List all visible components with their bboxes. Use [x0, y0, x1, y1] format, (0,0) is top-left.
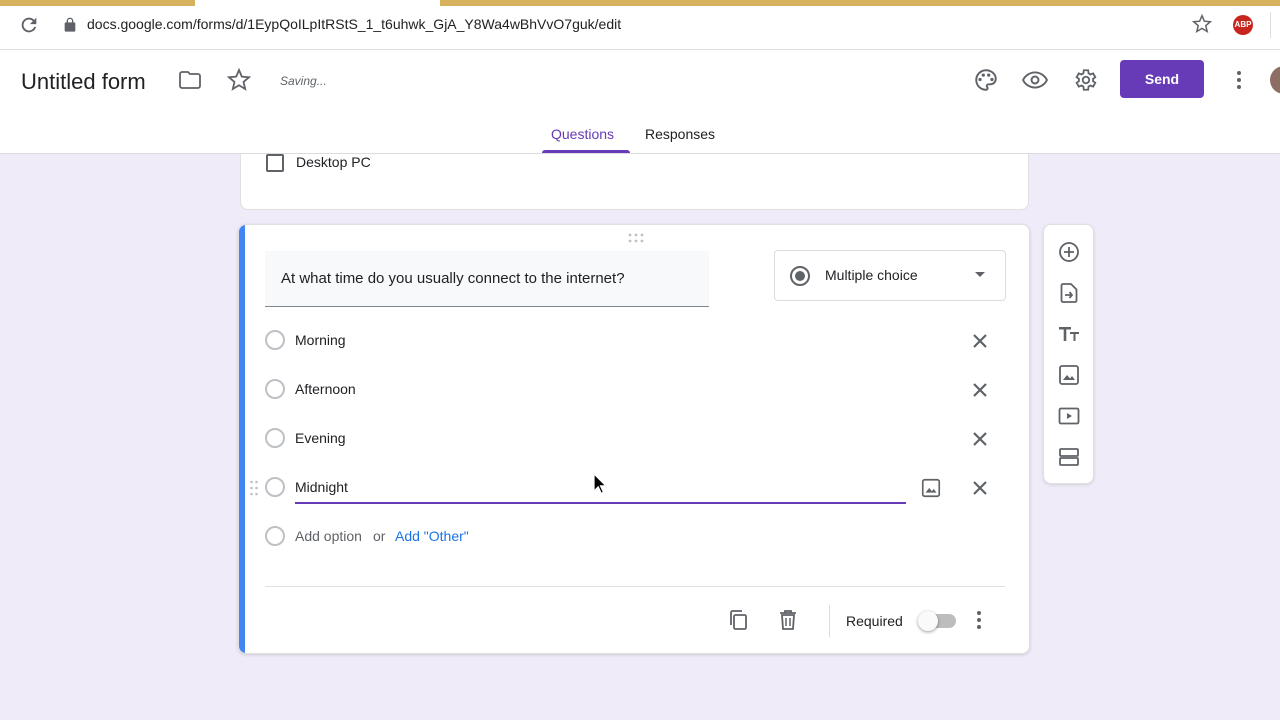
drag-handle-icon[interactable]	[627, 233, 645, 243]
save-status: Saving...	[280, 74, 327, 88]
checkbox[interactable]	[266, 154, 284, 172]
close-icon[interactable]	[969, 428, 991, 450]
chevron-down-icon	[975, 272, 985, 277]
previous-question-card[interactable]: Desktop PC	[240, 154, 1029, 210]
question-type-dropdown[interactable]: Multiple choice	[774, 250, 1006, 301]
close-icon[interactable]	[969, 477, 991, 499]
question-type-label: Multiple choice	[825, 267, 918, 283]
option-radio	[265, 428, 285, 448]
mouse-cursor-icon	[593, 473, 607, 495]
add-image-icon[interactable]	[1057, 363, 1081, 387]
add-title-icon[interactable]	[1057, 322, 1081, 346]
reload-icon[interactable]	[18, 14, 40, 36]
avatar[interactable]	[1270, 66, 1280, 94]
drag-handle-icon[interactable]	[249, 480, 259, 496]
duplicate-icon[interactable]	[726, 608, 750, 632]
option-radio	[265, 330, 285, 350]
option-row[interactable]: Afternoon	[239, 375, 1029, 405]
add-option-link[interactable]: Add option	[295, 528, 362, 544]
option-radio	[265, 379, 285, 399]
forms-header: Untitled form Saving... Send Questions R…	[0, 50, 1280, 154]
image-icon[interactable]	[920, 477, 942, 499]
option-row[interactable]: Evening	[239, 424, 1029, 454]
option-label[interactable]: Morning	[295, 332, 346, 348]
radio-button-icon	[790, 266, 810, 286]
lock-icon[interactable]	[62, 16, 78, 34]
browser-toolbar: docs.google.com/forms/d/1EypQoILpItRStS_…	[0, 0, 1280, 50]
form-title[interactable]: Untitled form	[21, 69, 146, 95]
close-icon[interactable]	[969, 330, 991, 352]
tab-questions[interactable]: Questions	[551, 126, 614, 142]
option-row-editing[interactable]: Midnight	[239, 473, 1029, 504]
footer-divider	[829, 605, 830, 637]
option-label[interactable]: Evening	[295, 430, 346, 446]
more-vert-icon[interactable]	[1228, 67, 1250, 93]
send-button[interactable]: Send	[1120, 60, 1204, 98]
or-text: or	[373, 528, 386, 544]
required-label: Required	[846, 613, 903, 629]
question-title-field[interactable]: At what time do you usually connect to t…	[265, 251, 709, 307]
card-footer-divider	[265, 586, 1005, 587]
more-vert-icon[interactable]	[972, 608, 986, 632]
add-option-row: Add option or Add "Other"	[239, 522, 1029, 552]
option-row[interactable]: Morning	[239, 326, 1029, 356]
preview-icon[interactable]	[1022, 67, 1048, 93]
add-section-icon[interactable]	[1057, 445, 1081, 469]
address-bar-url[interactable]: docs.google.com/forms/d/1EypQoILpItRStS_…	[87, 16, 621, 32]
required-toggle-thumb[interactable]	[918, 611, 938, 631]
input-focus-underline	[295, 502, 906, 504]
add-question-icon[interactable]	[1057, 240, 1081, 264]
question-toolbar	[1043, 224, 1094, 484]
settings-icon[interactable]	[1072, 67, 1098, 93]
tab-strip	[0, 0, 1280, 6]
add-other-link[interactable]: Add "Other"	[395, 528, 469, 544]
add-video-icon[interactable]	[1057, 404, 1081, 428]
question-card[interactable]: At what time do you usually connect to t…	[238, 224, 1030, 654]
tab-responses[interactable]: Responses	[645, 126, 715, 142]
option-input[interactable]: Midnight	[295, 479, 348, 495]
bookmark-star-icon[interactable]	[1192, 14, 1212, 34]
trash-icon[interactable]	[776, 608, 800, 632]
folder-icon[interactable]	[178, 68, 202, 92]
star-icon[interactable]	[227, 68, 251, 92]
close-icon[interactable]	[969, 379, 991, 401]
option-radio	[265, 526, 285, 546]
adblock-extension-icon[interactable]: ABP	[1233, 15, 1253, 35]
toolbar-divider	[1270, 12, 1271, 38]
palette-icon[interactable]	[973, 67, 999, 93]
option-label[interactable]: Afternoon	[295, 381, 356, 397]
active-tab-indicator	[542, 150, 630, 153]
question-title[interactable]: At what time do you usually connect to t…	[281, 270, 625, 287]
option-label: Desktop PC	[296, 154, 371, 170]
import-questions-icon[interactable]	[1057, 281, 1081, 305]
option-radio	[265, 477, 285, 497]
